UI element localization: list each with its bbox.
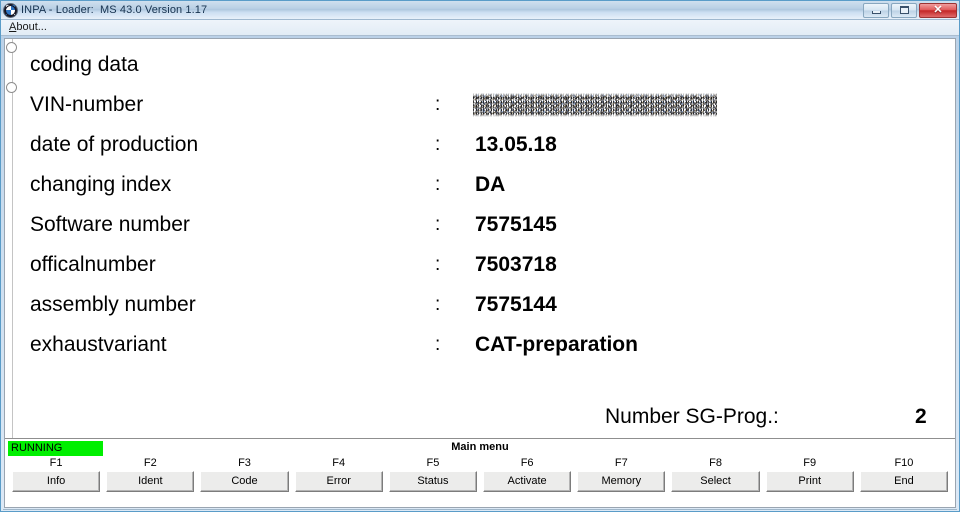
row-label: Software number xyxy=(30,213,190,236)
window-controls: ✕ xyxy=(863,1,957,19)
client-area: coding data VIN-number : date of product… xyxy=(4,38,956,508)
row-label: officalnumber xyxy=(30,253,156,276)
function-key-cell-f3: F3 Code xyxy=(197,457,291,492)
table-row: exhaustvariant : CAT-preparation xyxy=(5,325,955,365)
function-key-button-code[interactable]: Code xyxy=(200,471,289,492)
function-key-cell-f6: F6 Activate xyxy=(480,457,574,492)
row-label: exhaustvariant xyxy=(30,333,167,356)
function-key-button-print[interactable]: Print xyxy=(765,471,854,492)
table-row: Software number : 7575145 xyxy=(5,205,955,245)
row-value-redacted xyxy=(473,93,717,117)
minimize-button[interactable] xyxy=(863,2,889,18)
bmw-roundel-icon xyxy=(4,3,17,17)
minimize-icon xyxy=(871,10,881,14)
function-key-button-status[interactable]: Status xyxy=(388,471,478,492)
row-label: date of production xyxy=(30,133,199,156)
title-bar: INPA - Loader: MS 43.0 Version 1.17 ✕ xyxy=(1,1,959,20)
function-key-label-f4: F4 xyxy=(332,457,346,469)
sg-prog-label: Number SG-Prog.: xyxy=(605,405,779,428)
row-separator: : xyxy=(435,334,441,355)
function-key-label-f3: F3 xyxy=(238,457,251,469)
table-row: VIN-number : xyxy=(5,85,955,125)
row-value: 7575144 xyxy=(475,293,557,316)
row-label: assembly number xyxy=(30,293,196,316)
function-key-cell-f2: F2 Ident xyxy=(103,457,197,492)
coding-data-heading: coding data xyxy=(30,53,139,76)
status-panel: RUNNING Main menu F1 Info F2 Ident F3 Co… xyxy=(5,438,955,507)
menu-item-about[interactable]: About... xyxy=(6,21,50,34)
function-key-button-activate[interactable]: Activate xyxy=(483,471,572,492)
row-label: changing index xyxy=(30,173,172,196)
close-icon: ✕ xyxy=(933,3,943,16)
row-value: CAT-preparation xyxy=(475,333,638,356)
sg-prog-value: 2 xyxy=(915,405,927,428)
row-value: 7503718 xyxy=(475,253,557,276)
row-separator: : xyxy=(435,134,441,155)
table-row: assembly number : 7575144 xyxy=(5,285,955,325)
close-button[interactable]: ✕ xyxy=(919,2,957,18)
table-row: changing index : DA xyxy=(5,165,955,205)
status-strip: RUNNING Main menu xyxy=(5,439,955,457)
window-bottom-rule xyxy=(3,509,957,510)
function-key-button-end[interactable]: End xyxy=(859,471,949,492)
window-title: INPA - Loader: MS 43.0 Version 1.17 xyxy=(21,4,208,16)
function-key-label-f10: F10 xyxy=(894,457,914,469)
function-key-label-f7: F7 xyxy=(614,457,628,469)
function-key-label-f1: F1 xyxy=(49,457,63,469)
row-value: DA xyxy=(475,173,506,196)
coding-data-heading-row: coding data xyxy=(5,45,955,85)
function-key-label-f2: F2 xyxy=(143,457,157,469)
function-key-button-error[interactable]: Error xyxy=(294,471,383,492)
function-key-label-f6: F6 xyxy=(520,457,534,469)
table-row: date of production : 13.05.18 xyxy=(5,125,955,165)
function-key-cell-f8: F8 Select xyxy=(668,457,762,492)
function-key-cell-f10: F10 End xyxy=(857,457,951,492)
function-key-cell-f7: F7 Memory xyxy=(574,457,668,492)
row-separator: : xyxy=(435,174,441,195)
row-label: VIN-number xyxy=(30,93,144,116)
function-key-cell-f5: F5 Status xyxy=(386,457,480,492)
row-value: 13.05.18 xyxy=(475,133,557,156)
coding-data-list: coding data VIN-number : date of product… xyxy=(5,39,955,365)
sg-prog-summary: Number SG-Prog.: 2 xyxy=(5,405,955,435)
function-key-label-f5: F5 xyxy=(426,457,440,469)
row-separator: : xyxy=(435,214,441,235)
function-key-button-info[interactable]: Info xyxy=(12,471,101,492)
function-key-label-f8: F8 xyxy=(709,457,722,469)
function-key-cell-f1: F1 Info xyxy=(9,457,103,492)
menu-bar: About... xyxy=(1,20,959,36)
maximize-button[interactable] xyxy=(891,2,917,18)
function-key-button-select[interactable]: Select xyxy=(671,471,760,492)
row-value: 7575145 xyxy=(475,213,557,236)
row-separator: : xyxy=(435,254,441,275)
row-separator: : xyxy=(435,94,441,115)
maximize-icon xyxy=(899,6,909,14)
function-key-cell-f4: F4 Error xyxy=(292,457,386,492)
row-separator: : xyxy=(435,294,441,315)
application-window: INPA - Loader: MS 43.0 Version 1.17 ✕ Ab… xyxy=(0,0,960,512)
function-key-cell-f9: F9 Print xyxy=(763,457,857,492)
function-key-label-f9: F9 xyxy=(803,457,817,469)
table-row: officalnumber : 7503718 xyxy=(5,245,955,285)
main-menu-title: Main menu xyxy=(451,441,509,453)
function-key-button-ident[interactable]: Ident xyxy=(106,471,195,492)
function-key-bar: F1 Info F2 Ident F3 Code F4 Error F5 Sta… xyxy=(5,457,955,492)
function-key-button-memory[interactable]: Memory xyxy=(577,471,666,492)
